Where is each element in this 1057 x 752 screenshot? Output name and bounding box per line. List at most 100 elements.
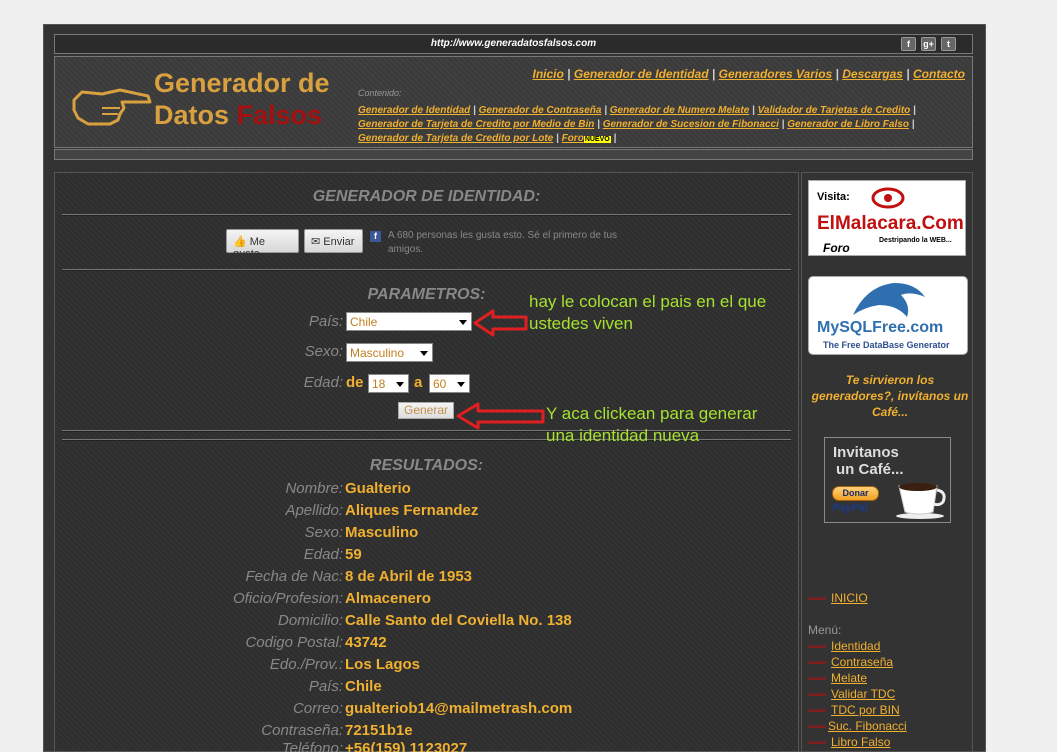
pais-value: Chile (350, 315, 378, 329)
chevron-down-icon (459, 320, 467, 325)
sublink-tdc-lote[interactable]: Generador de Tarjeta de Credito por Lote (358, 133, 553, 144)
annotation-generar-line2: una identidad nueva (546, 426, 700, 445)
annotation-pais-line1: hay le colocan el pais en el que (529, 292, 767, 311)
chevron-down-icon (396, 382, 404, 387)
sidebar-item-validar-tdc[interactable]: Validar TDC (831, 687, 895, 701)
sublink-tdc-bin[interactable]: Generador de Tarjeta de Credito por Medi… (358, 119, 594, 130)
generar-button[interactable]: Generar (398, 402, 454, 419)
paypal-logo: PayPal (832, 502, 869, 514)
chevron-down-icon (457, 382, 465, 387)
divider (62, 269, 791, 271)
bullet-icon: ▬▬ (808, 704, 826, 714)
nav-inicio[interactable]: Inicio (533, 67, 564, 81)
edad-from-select[interactable]: 18 (368, 374, 409, 393)
pointing-hand-icon (72, 88, 152, 126)
annotation-generar-line1: Y aca clickean para generar (546, 404, 758, 423)
nav-descargas[interactable]: Descargas (842, 67, 903, 81)
sidebar-item-tdc-bin[interactable]: TDC por BIN (831, 703, 900, 717)
result-value: Chile (345, 678, 382, 695)
logo-word-falsos: Falsos (236, 100, 323, 130)
twitter-icon[interactable]: t (941, 37, 956, 51)
result-value: Calle Santo del Coviella No. 138 (345, 612, 572, 629)
sexo-value: Masculino (350, 346, 405, 360)
result-label: Contraseña: (261, 722, 343, 739)
red-arrow-icon (456, 402, 545, 430)
edad-label: Edad: (303, 374, 343, 391)
facebook-small-icon: f (370, 231, 381, 242)
donar-button[interactable]: Donar (832, 486, 879, 501)
header-strip (54, 149, 973, 160)
banner-site: ElMalacara.Com (817, 213, 964, 234)
sublink-validador[interactable]: Validador de Tarjetas de Credito (758, 105, 911, 116)
banner2-sub: The Free DataBase Generator (823, 340, 950, 350)
result-label: Edad: (303, 546, 343, 563)
nav-generadores-varios[interactable]: Generadores Varios (719, 67, 833, 81)
logo-title-line2: Datos Falsos (154, 100, 322, 131)
pais-select[interactable]: Chile (346, 312, 472, 331)
sidebar-item-contrasena[interactable]: Contraseña (831, 655, 893, 669)
bullet-icon: ▬▬ (808, 656, 826, 666)
google-plus-icon[interactable]: g+ (921, 37, 936, 51)
contenido-label: Contenido: (358, 88, 402, 98)
coffee-invite-text: Te sirvieron los generadores?, invítanos… (811, 373, 969, 419)
bullet-icon: ▬▬ (808, 688, 826, 698)
edad-to-select[interactable]: 60 (429, 374, 470, 393)
sidebar-item-inicio[interactable]: INICIO (831, 591, 868, 605)
edad-from-value: 18 (372, 377, 386, 391)
nav-contacto[interactable]: Contacto (913, 67, 965, 81)
edad-to-value: 60 (433, 377, 447, 391)
sidebar-item-fibonacci[interactable]: Suc. Fibonacci (828, 719, 907, 733)
result-label: Oficio/Profesion: (232, 590, 343, 607)
result-value: Aliques Fernandez (345, 502, 479, 519)
facebook-icon[interactable]: f (901, 37, 916, 51)
result-label: Domicilio: (277, 612, 343, 629)
donate-box[interactable]: Invitanos un Café... Donar PayPal (824, 437, 951, 523)
sidebar-item-identidad[interactable]: Identidad (831, 639, 880, 653)
banner2-name: MySQLFree.com (817, 319, 944, 336)
annotation-pais: hay le colocan el pais en el que ustedes… (529, 291, 766, 335)
sublink-fibonacci[interactable]: Generador de Sucesion de Fibonacci (603, 119, 779, 130)
send-label: Enviar (323, 236, 355, 248)
sexo-select[interactable]: Masculino (346, 343, 433, 362)
elmalacara-banner[interactable]: Visita: ElMalacara.Com Destripando la WE… (808, 180, 966, 256)
send-button[interactable]: ✉ Enviar (304, 229, 363, 253)
coffee-line1: Invitanos (833, 444, 899, 461)
send-icon: ✉ (311, 236, 321, 248)
like-button[interactable]: 👍 Me gusta (226, 229, 299, 260)
banner-foro: Foro (823, 241, 850, 255)
red-arrow-icon (473, 309, 528, 337)
chevron-down-icon (420, 351, 428, 356)
result-value: Masculino (345, 524, 419, 541)
sublink-contrasena[interactable]: Generador de Contraseña (479, 105, 602, 116)
result-value: Gualterio (345, 480, 411, 497)
result-value: 59 (345, 546, 362, 563)
sub-links: Generador de Identidad | Generador de Co… (358, 105, 916, 144)
sublink-melate[interactable]: Generador de Numero Melate (610, 105, 749, 116)
result-label: Apellido: (285, 502, 343, 519)
sublink-identidad[interactable]: Generador de Identidad (358, 105, 470, 116)
edad-a-label: a (414, 374, 423, 391)
banner-sub: Destripando la WEB... (879, 237, 952, 244)
nav-generador-identidad[interactable]: Generador de Identidad (574, 67, 709, 81)
result-label: Edo./Prov.: (269, 656, 343, 673)
sidebar-item-libro-falso[interactable]: Libro Falso (831, 735, 890, 749)
result-value: 8 de Abril de 1953 (345, 568, 473, 585)
sexo-label: Sexo: (304, 343, 343, 360)
sidebar-item-melate[interactable]: Melate (831, 671, 867, 685)
result-value: 72151b1e (345, 722, 413, 739)
result-value: gualteriob14@mailmetrash.com (345, 700, 573, 717)
menu-heading: Menú: (808, 623, 842, 637)
sublink-libro-falso[interactable]: Generador de Libro Falso (787, 119, 909, 130)
bullet-icon: ▬▬ (808, 720, 826, 730)
page-title: GENERADOR DE IDENTIDAD: (312, 188, 541, 205)
result-label: Codigo Postal: (245, 634, 343, 651)
result-value: 43742 (345, 634, 387, 651)
mysqlfree-banner[interactable]: MySQLFree.com The Free DataBase Generato… (808, 276, 968, 355)
annotation-pais-line2: ustedes viven (529, 314, 633, 333)
banner-visita: Visita: (817, 191, 850, 203)
result-label: Correo: (292, 700, 343, 717)
logo-word-datos: Datos (154, 100, 230, 130)
result-label: Fecha de Nac: (245, 568, 343, 585)
sublink-foro[interactable]: Foro (562, 133, 584, 144)
main-nav: Inicio | Generador de Identidad | Genera… (532, 67, 966, 81)
